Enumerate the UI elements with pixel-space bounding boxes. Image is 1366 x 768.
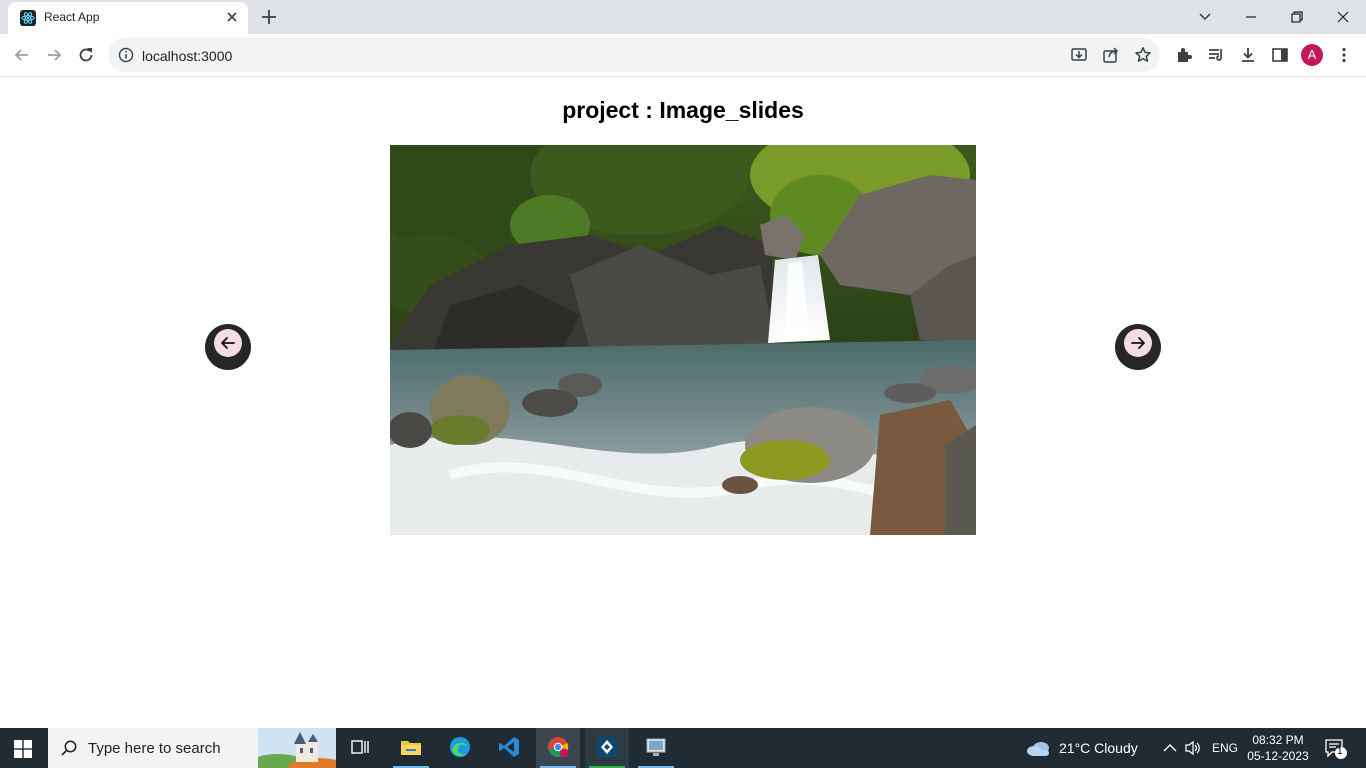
windows-taskbar: Type here to search 21°C Cloudy ENG 08:3… bbox=[0, 728, 1366, 768]
snipping-tool-icon bbox=[597, 737, 617, 757]
media-queue-icon[interactable] bbox=[1206, 45, 1226, 65]
forward-icon[interactable] bbox=[44, 45, 64, 65]
screen-app-icon bbox=[646, 738, 666, 756]
bookmark-star-icon[interactable] bbox=[1134, 46, 1152, 64]
reload-icon[interactable] bbox=[76, 45, 96, 65]
notifications-icon[interactable] bbox=[1324, 738, 1348, 760]
profile-avatar[interactable]: A bbox=[1301, 44, 1323, 66]
edge-browser-icon bbox=[450, 737, 470, 757]
prev-slide-inner bbox=[214, 329, 242, 357]
chrome-icon bbox=[548, 737, 569, 758]
prev-slide-button[interactable] bbox=[205, 324, 251, 370]
windows-start-icon[interactable] bbox=[14, 740, 32, 758]
task-view-icon bbox=[351, 740, 369, 754]
vscode-button[interactable] bbox=[487, 728, 531, 768]
search-placeholder: Type here to search bbox=[88, 740, 221, 757]
slide-image bbox=[390, 145, 976, 535]
clock-date: 05-12-2023 bbox=[1247, 749, 1309, 763]
extensions-puzzle-icon[interactable] bbox=[1174, 45, 1194, 65]
weather-text[interactable]: 21°C Cloudy bbox=[1059, 740, 1138, 756]
snipping-tool-button[interactable] bbox=[585, 728, 629, 768]
next-slide-inner bbox=[1124, 329, 1152, 357]
arrow-right-icon bbox=[1131, 337, 1145, 349]
search-highlight-castle-icon bbox=[258, 728, 336, 768]
address-bar[interactable]: localhost:3000 bbox=[108, 38, 1160, 72]
browser-toolbar: localhost:3000 A bbox=[0, 34, 1366, 77]
vscode-icon bbox=[499, 737, 519, 757]
volume-icon[interactable] bbox=[1184, 740, 1202, 756]
screen-app-button[interactable] bbox=[634, 728, 678, 768]
downloads-icon[interactable] bbox=[1238, 45, 1258, 65]
site-info-icon[interactable] bbox=[118, 47, 134, 63]
search-icon bbox=[61, 740, 77, 756]
minimize-icon[interactable] bbox=[1240, 6, 1262, 28]
restore-icon[interactable] bbox=[1286, 6, 1308, 28]
back-icon[interactable] bbox=[12, 45, 32, 65]
cloudy-weather-icon bbox=[1027, 742, 1049, 756]
url-text[interactable]: localhost:3000 bbox=[142, 48, 232, 64]
react-logo-icon bbox=[20, 10, 36, 26]
edge-button[interactable] bbox=[438, 728, 482, 768]
side-panel-icon[interactable] bbox=[1270, 45, 1290, 65]
arrow-left-icon bbox=[221, 337, 235, 349]
page-title: project : Image_slides bbox=[562, 97, 804, 123]
install-app-icon[interactable] bbox=[1070, 46, 1088, 64]
close-tab-icon[interactable] bbox=[224, 9, 240, 25]
waterfall-stream-photo bbox=[390, 145, 976, 535]
file-explorer-icon bbox=[401, 741, 421, 755]
language-indicator[interactable]: ENG bbox=[1212, 741, 1238, 755]
tab-strip: React App bbox=[0, 0, 1366, 34]
more-menu-icon[interactable] bbox=[1334, 45, 1354, 65]
browser-tab[interactable]: React App bbox=[8, 2, 248, 34]
share-icon[interactable] bbox=[1102, 46, 1120, 64]
taskbar-search-box[interactable]: Type here to search bbox=[48, 728, 336, 768]
tab-search-chevron-icon[interactable] bbox=[1194, 6, 1216, 28]
notification-count: 1 bbox=[1337, 746, 1343, 757]
clock-time: 08:32 PM bbox=[1252, 733, 1304, 747]
system-clock[interactable]: 08:32 PM 05-12-2023 bbox=[1240, 732, 1316, 764]
tab-title: React App bbox=[44, 10, 100, 24]
chevron-up-icon[interactable] bbox=[1162, 741, 1178, 755]
task-view-button[interactable] bbox=[338, 728, 382, 768]
next-slide-button[interactable] bbox=[1115, 324, 1161, 370]
chrome-button[interactable] bbox=[536, 728, 580, 768]
file-explorer-button[interactable] bbox=[389, 728, 433, 768]
close-window-icon[interactable] bbox=[1332, 6, 1354, 28]
new-tab-icon[interactable] bbox=[260, 8, 278, 26]
